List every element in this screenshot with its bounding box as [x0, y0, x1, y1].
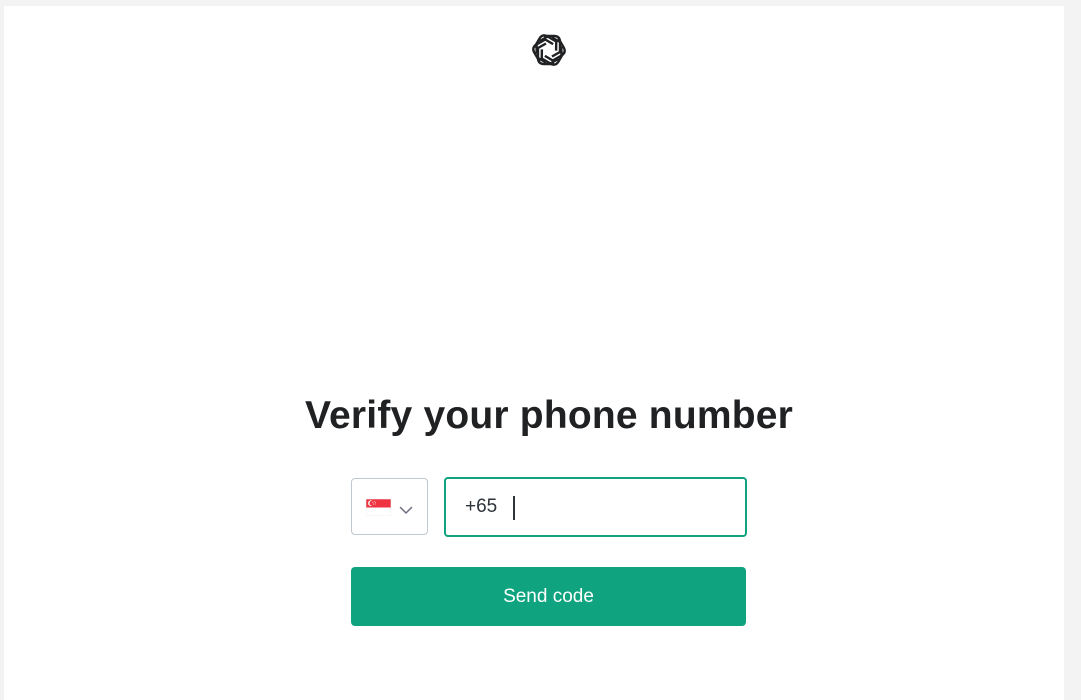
openai-logo-icon — [529, 30, 569, 70]
send-code-button[interactable]: Send code — [351, 567, 746, 626]
phone-number-input[interactable]: +65 — [444, 477, 747, 537]
verify-phone-page: Verify your phone number +65 Send code — [4, 6, 1064, 700]
page-title: Verify your phone number — [304, 394, 794, 437]
text-cursor — [513, 496, 515, 520]
country-code-select[interactable] — [351, 478, 428, 535]
singapore-flag-icon — [365, 498, 392, 517]
chevron-down-icon — [399, 502, 413, 514]
dial-code-prefix: +65 — [465, 496, 498, 517]
